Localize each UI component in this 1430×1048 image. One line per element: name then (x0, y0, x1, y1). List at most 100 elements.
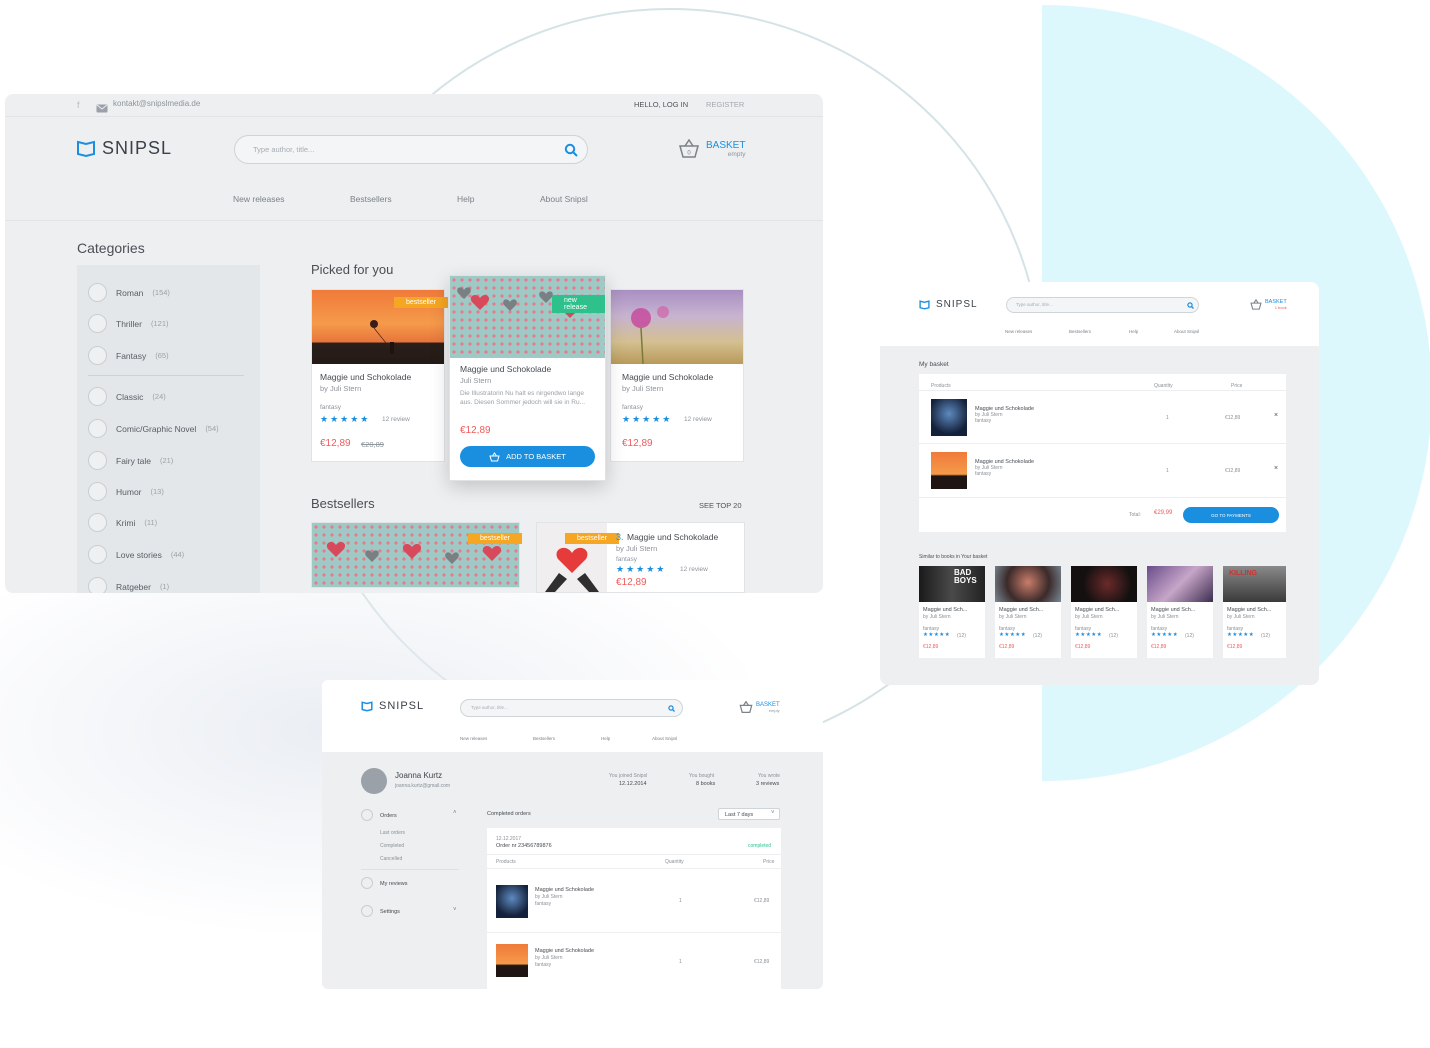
search-icon[interactable] (564, 143, 578, 157)
search-input[interactable]: Type author, title... (460, 699, 683, 717)
divider (5, 220, 823, 221)
book-icon (919, 299, 930, 310)
nav-new-releases[interactable]: New releases (1005, 329, 1032, 334)
category-fairy-tale[interactable]: Fairy tale (21) (88, 451, 173, 470)
nav-bestsellers[interactable]: Bestsellers (1069, 329, 1091, 334)
book-cover (995, 566, 1061, 602)
facebook-icon[interactable]: f (77, 100, 80, 110)
nav-new-releases[interactable]: New releases (460, 736, 487, 741)
bestseller-card[interactable]: bestseller 3. Maggie und Schokolade by J… (536, 522, 745, 593)
nav-help[interactable]: Help (601, 736, 610, 741)
order-item-price: €12,89 (754, 898, 770, 904)
basket-item-qty[interactable]: 1 (1166, 415, 1169, 421)
basket-item-genre: fantasy (975, 418, 992, 424)
chevron-down-icon[interactable]: ˅ (453, 907, 457, 913)
menu-orders[interactable]: Orders (380, 813, 397, 819)
book-card[interactable]: bestseller Maggie und Schokolade by Juli… (311, 289, 448, 462)
register-link[interactable]: REGISTER (706, 100, 744, 109)
basket-icon (489, 451, 500, 461)
remove-icon[interactable]: × (1274, 412, 1278, 419)
bestseller-card[interactable]: bestseller (311, 522, 522, 588)
basket-button[interactable]: BASKET 1 book (1250, 299, 1287, 310)
total-price: €29,99 (1154, 510, 1173, 516)
period-value: Last 7 days (725, 812, 754, 818)
basket-label: BASKET (706, 139, 746, 151)
stat-label: You bought (689, 773, 715, 779)
brand-logo[interactable]: SNIPSL (76, 138, 172, 159)
book-cover (1071, 566, 1137, 602)
menu-settings[interactable]: Settings (380, 909, 400, 915)
book-title[interactable]: Maggie und Schokolade (320, 372, 411, 382)
search-icon[interactable] (668, 705, 675, 712)
completed-orders-title: Completed orders (487, 811, 531, 817)
basket-button[interactable]: BASKET empty (739, 701, 780, 713)
nav-help[interactable]: Help (457, 194, 474, 204)
chevron-up-icon[interactable]: ˄ (453, 810, 457, 816)
category-icon (88, 419, 107, 438)
menu-last-orders[interactable]: Last orders (380, 830, 405, 836)
book-thumbnail (496, 944, 528, 977)
nav-new-releases[interactable]: New releases (233, 194, 285, 204)
category-comic[interactable]: Comic/Graphic Novel (54) (88, 419, 219, 438)
see-top-link[interactable]: SEE TOP 20 (699, 501, 742, 510)
brand-name: SNIPSL (936, 299, 978, 310)
book-card[interactable]: Maggie und Schokolade by Juli Stern fant… (610, 289, 744, 462)
category-name: Fantasy (116, 350, 147, 361)
brand-logo[interactable]: SNIPSL (919, 299, 978, 310)
basket-header (880, 282, 1319, 346)
category-thriller[interactable]: Thriller (121) (88, 314, 169, 333)
brand-logo[interactable]: SNIPSL (361, 700, 424, 712)
review-count: 12 review (680, 566, 708, 573)
similar-book-title: Maggie und Sch... (923, 607, 968, 613)
book-description: Die Illustratorin Nu halt es nirgendwo l… (460, 390, 585, 406)
book-title[interactable]: Maggie und Schokolade (622, 372, 713, 382)
category-roman[interactable]: Roman (154) (88, 283, 170, 302)
book-card-hovered[interactable]: new release Maggie und Schokolade Juli S… (449, 275, 606, 481)
category-icon (88, 283, 107, 302)
basket-item-genre: fantasy (975, 471, 992, 477)
search-input[interactable]: Type author, title... (234, 135, 588, 164)
nav-bestsellers[interactable]: Bestsellers (533, 736, 555, 741)
stat-label: You joined Snipsl (609, 773, 648, 779)
go-to-payments-button[interactable]: GO TO PAYMENTS (1183, 507, 1279, 523)
order-item-author: by Juli Stern (535, 894, 563, 900)
category-fantasy[interactable]: Fantasy (65) (88, 346, 169, 365)
basket-button[interactable]: 0 BASKET empty (678, 139, 745, 158)
avatar[interactable] (361, 768, 387, 794)
nav-about[interactable]: About Snipsl (652, 736, 677, 741)
similar-book-title: Maggie und Sch... (1075, 607, 1120, 613)
menu-reviews[interactable]: My reviews (380, 881, 408, 887)
settings-icon (361, 905, 373, 917)
menu-completed[interactable]: Completed (380, 843, 404, 849)
svg-text:0: 0 (687, 151, 691, 157)
stat-value: 8 books (696, 781, 716, 787)
category-ratgeber[interactable]: Ratgeber (1) (88, 577, 169, 593)
stat-value: 12.12.2014 (619, 781, 647, 787)
search-input[interactable]: Type author, title... (1006, 297, 1199, 313)
search-icon[interactable] (1187, 302, 1194, 309)
menu-cancelled[interactable]: Cancelled (380, 856, 402, 862)
category-love-stories[interactable]: Love stories (44) (88, 545, 184, 564)
order-item-title[interactable]: Maggie und Schokolade (535, 887, 594, 893)
basket-screen: SNIPSL Type author, title... BASKET 1 bo… (880, 282, 1319, 685)
remove-icon[interactable]: × (1274, 465, 1278, 472)
book-author: by Juli Stern (320, 384, 362, 393)
nav-about[interactable]: About Snipsl (1174, 329, 1199, 334)
category-humor[interactable]: Humor (13) (88, 482, 164, 501)
basket-item-price: €12,89 (1225, 468, 1241, 474)
nav-help[interactable]: Help (1129, 329, 1138, 334)
period-select[interactable]: Last 7 days ˅ (718, 808, 780, 820)
book-title[interactable]: Maggie und Schokolade (627, 532, 718, 542)
add-to-basket-button[interactable]: ADD TO BASKET (460, 446, 595, 467)
contact-email[interactable]: kontakt@snipslmedia.de (113, 99, 200, 108)
nav-bestsellers[interactable]: Bestsellers (350, 194, 392, 204)
login-link[interactable]: HELLO, LOG IN (634, 100, 688, 109)
nav-about[interactable]: About Snipsl (540, 194, 588, 204)
category-krimi[interactable]: Krimi (11) (88, 513, 157, 532)
search-placeholder: Type author, title... (471, 705, 508, 710)
bestseller-tag: bestseller (468, 533, 522, 544)
category-classic[interactable]: Classic (24) (88, 387, 166, 406)
book-title[interactable]: Maggie und Schokolade (460, 364, 551, 374)
order-item-title[interactable]: Maggie und Schokolade (535, 948, 594, 954)
basket-item-qty[interactable]: 1 (1166, 468, 1169, 474)
